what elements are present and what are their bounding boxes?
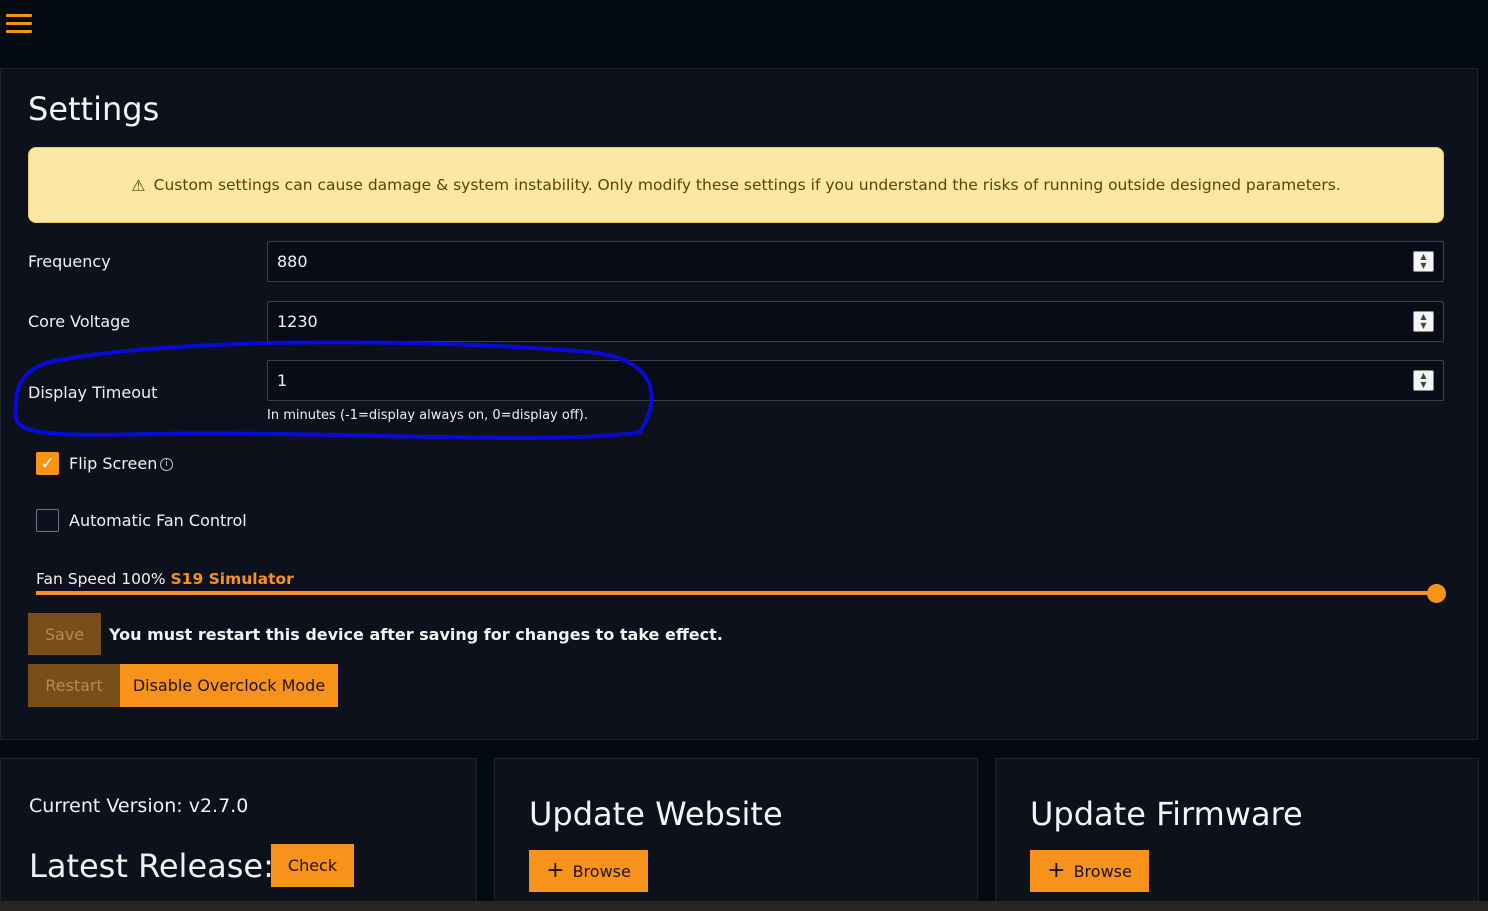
spinner-down-icon[interactable]: ▼ bbox=[1414, 380, 1433, 389]
save-button[interactable]: Save bbox=[28, 613, 101, 655]
check-button[interactable]: Check bbox=[271, 844, 354, 887]
update-website-card: Update Website + Browse bbox=[494, 758, 978, 911]
flip-screen-checkbox[interactable]: ✓ bbox=[36, 452, 59, 475]
check-icon: ✓ bbox=[40, 454, 55, 474]
browse-label: Browse bbox=[1073, 861, 1132, 881]
plus-icon: + bbox=[546, 858, 565, 883]
spinner-up-icon[interactable]: ▲ bbox=[1414, 371, 1433, 380]
display-timeout-field: ▲ ▼ bbox=[267, 360, 1444, 401]
spinner-up-icon[interactable]: ▲ bbox=[1414, 312, 1433, 321]
plus-icon: + bbox=[1047, 858, 1066, 883]
disable-overclock-button[interactable]: Disable Overclock Mode bbox=[120, 664, 338, 707]
update-firmware-card: Update Firmware + Browse bbox=[995, 758, 1479, 911]
device-name: S19 Simulator bbox=[170, 570, 294, 588]
version-card: Current Version: v2.7.0 Latest Release: … bbox=[0, 758, 477, 911]
display-timeout-input[interactable] bbox=[268, 361, 1398, 400]
core-voltage-spinner[interactable]: ▲ ▼ bbox=[1413, 311, 1434, 332]
update-firmware-title: Update Firmware bbox=[1030, 795, 1303, 833]
fan-speed-slider-track[interactable] bbox=[36, 591, 1436, 595]
spinner-down-icon[interactable]: ▼ bbox=[1414, 261, 1433, 270]
hamburger-menu-icon[interactable] bbox=[6, 14, 32, 34]
update-website-title: Update Website bbox=[529, 795, 783, 833]
spinner-up-icon[interactable]: ▲ bbox=[1414, 252, 1433, 261]
update-firmware-browse-button[interactable]: + Browse bbox=[1030, 850, 1149, 892]
restart-note: You must restart this device after savin… bbox=[109, 625, 723, 644]
latest-release-label: Latest Release: bbox=[29, 847, 274, 885]
core-voltage-input[interactable] bbox=[268, 302, 1398, 341]
page-title: Settings bbox=[28, 90, 160, 128]
browse-label: Browse bbox=[572, 861, 631, 881]
restart-button[interactable]: Restart bbox=[28, 664, 120, 707]
top-bar bbox=[0, 0, 1488, 48]
frequency-field: ▲ ▼ bbox=[267, 241, 1444, 282]
warning-banner: ⚠ Custom settings can cause damage & sys… bbox=[28, 147, 1444, 223]
auto-fan-checkbox[interactable] bbox=[36, 509, 59, 532]
display-timeout-hint: In minutes (-1=display always on, 0=disp… bbox=[267, 408, 588, 423]
fan-speed-text: Fan Speed 100% bbox=[36, 570, 166, 588]
display-timeout-label: Display Timeout bbox=[28, 383, 158, 402]
bottom-strip bbox=[0, 901, 1488, 911]
auto-fan-label[interactable]: Automatic Fan Control bbox=[69, 511, 247, 530]
fan-speed-label: Fan Speed 100% S19 Simulator bbox=[36, 570, 294, 588]
frequency-spinner[interactable]: ▲ ▼ bbox=[1413, 251, 1434, 272]
update-website-browse-button[interactable]: + Browse bbox=[529, 850, 648, 892]
flip-screen-label[interactable]: Flip Screen bbox=[69, 454, 157, 473]
fan-speed-slider-thumb[interactable] bbox=[1427, 584, 1446, 603]
warning-triangle-icon: ⚠ bbox=[131, 175, 146, 195]
warning-text: Custom settings can cause damage & syste… bbox=[153, 176, 1341, 194]
frequency-label: Frequency bbox=[28, 252, 111, 271]
current-version: Current Version: v2.7.0 bbox=[29, 795, 249, 817]
display-timeout-spinner[interactable]: ▲ ▼ bbox=[1413, 370, 1434, 391]
info-circle-icon[interactable]: i bbox=[160, 458, 173, 471]
core-voltage-field: ▲ ▼ bbox=[267, 301, 1444, 342]
frequency-input[interactable] bbox=[268, 242, 1398, 281]
core-voltage-label: Core Voltage bbox=[28, 312, 131, 331]
spinner-down-icon[interactable]: ▼ bbox=[1414, 321, 1433, 330]
